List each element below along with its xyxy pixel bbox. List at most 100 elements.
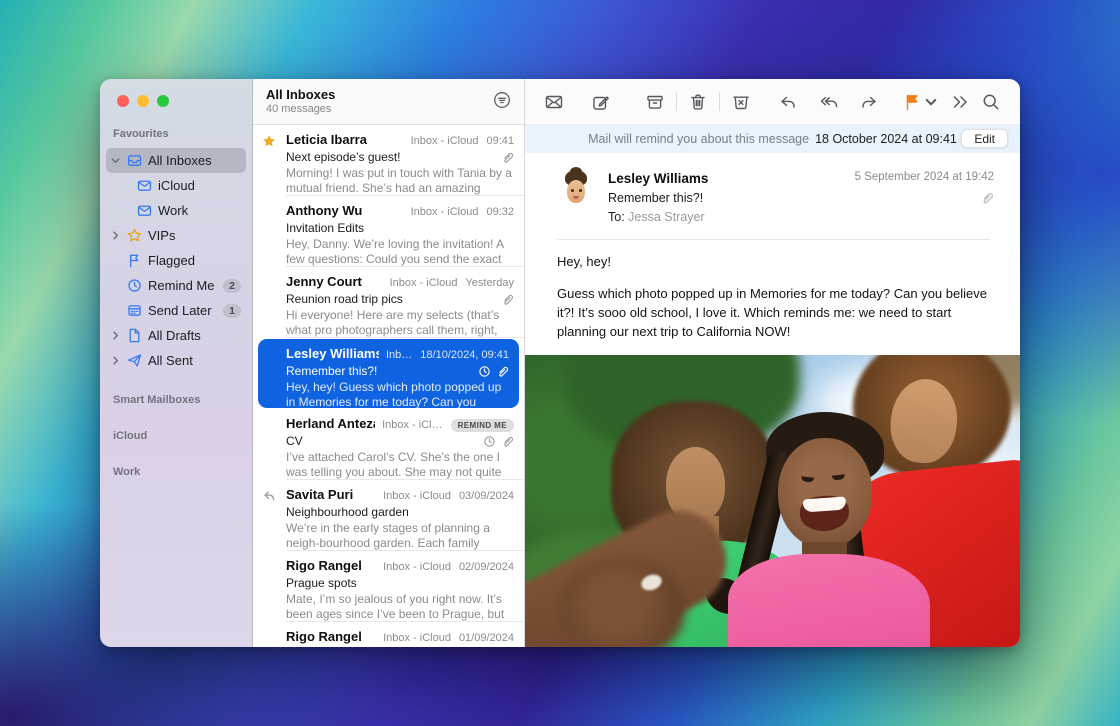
favourites-section-label: Favourites — [100, 128, 252, 143]
message-row-anthony[interactable]: Anthony WuInbox - iCloud09:32 Invitation… — [253, 196, 524, 267]
clock-icon — [478, 365, 491, 378]
message-row-rigo-2[interactable]: Rigo RangelInbox - iCloud01/09/2024 — [253, 622, 524, 647]
calendar-icon — [126, 302, 143, 319]
flag-icon[interactable] — [901, 91, 923, 113]
sidebar-item-all-sent[interactable]: All Sent — [106, 348, 246, 373]
remind-me-badge: REMIND ME — [451, 419, 514, 432]
message-date: 02/09/2024 — [459, 561, 514, 573]
toolbar — [525, 79, 1020, 125]
reply-all-icon[interactable] — [818, 91, 840, 113]
message-row-leticia[interactable]: Leticia IbarraInbox - iCloud09:41 Next e… — [253, 125, 524, 196]
message-header: Lesley Williams Remember this?! To: Jess… — [525, 153, 1020, 226]
sender-name: Lesley Williams — [608, 170, 708, 188]
photo-attachment[interactable] — [525, 355, 1020, 647]
paperclip-icon — [496, 365, 509, 378]
sidebar-item-label: All Inboxes — [148, 153, 212, 168]
zoom-button[interactable] — [157, 95, 169, 107]
reminder-banner: Mail will remind you about this message … — [525, 125, 1020, 153]
reminder-banner-datetime: 18 October 2024 at 09:41 — [815, 132, 957, 146]
trash-icon[interactable] — [687, 91, 709, 113]
body-paragraph: Hey, hey! — [557, 253, 988, 272]
photo-selfie-hand — [560, 558, 685, 647]
recipient-name: Jessa Strayer — [628, 210, 704, 224]
mailbox-label: Inbox - iCloud — [383, 632, 451, 644]
work-section-label[interactable]: Work — [100, 466, 252, 481]
send-later-count-badge: 1 — [223, 304, 241, 318]
sidebar-item-label: VIPs — [148, 228, 175, 243]
mailbox-label: Inbox - iCloud — [411, 206, 479, 218]
icloud-section-label[interactable]: iCloud — [100, 430, 252, 445]
reply-icon[interactable] — [777, 91, 799, 113]
star-icon — [126, 227, 143, 244]
sidebar-item-label: All Sent — [148, 353, 193, 368]
message-date: Yesterday — [465, 277, 514, 289]
attachment-paperclip-icon[interactable] — [980, 191, 994, 205]
compose-icon[interactable] — [590, 91, 612, 113]
message-date: 5 September 2024 at 19:42 — [855, 170, 994, 185]
clock-icon — [126, 277, 143, 294]
message-date: 09:41 — [486, 135, 514, 147]
flag-icon — [126, 252, 143, 269]
flag-menu-chevron-icon[interactable] — [923, 91, 939, 113]
message-date: 18/10/2024, 09:41 — [420, 349, 509, 361]
paper-plane-icon — [126, 352, 143, 369]
junk-icon[interactable] — [730, 91, 752, 113]
reminder-banner-text: Mail will remind you about this message — [588, 132, 809, 146]
chevron-right-icon[interactable] — [110, 330, 121, 341]
chevron-down-icon[interactable] — [110, 155, 121, 166]
message-date: 09:32 — [486, 206, 514, 218]
message-row-rigo-1[interactable]: Rigo RangelInbox - iCloud02/09/2024 Prag… — [253, 551, 524, 622]
mailbox-label: Inbox - iCloud — [411, 135, 479, 147]
desktop: { "colors": { "accent": "#3478f6", "sele… — [0, 0, 1120, 726]
message-date: 03/09/2024 — [459, 490, 514, 502]
sidebar-item-label: Work — [158, 203, 188, 218]
smart-mailboxes-section-label[interactable]: Smart Mailboxes — [100, 394, 252, 409]
recipient-line: To: Jessa Strayer — [608, 209, 708, 226]
archive-icon[interactable] — [644, 91, 666, 113]
replied-arrow-icon — [262, 489, 280, 503]
mailbox-label: Inbox - iCloud — [383, 561, 451, 573]
mailbox-label: Inbox - iCloud — [383, 490, 451, 502]
sidebar-item-flagged[interactable]: Flagged — [106, 248, 246, 273]
sidebar-item-remind-me[interactable]: Remind Me 2 — [106, 273, 246, 298]
mailbox-label: Inb… — [386, 349, 412, 361]
sidebar-item-vips[interactable]: VIPs — [106, 223, 246, 248]
sidebar-item-all-drafts[interactable]: All Drafts — [106, 323, 246, 348]
message-count: 40 messages — [266, 103, 335, 116]
mailbox-label: Inbox - iCloud — [390, 277, 458, 289]
message-subject: Remember this?! — [608, 190, 708, 207]
edit-reminder-button[interactable]: Edit — [961, 129, 1008, 148]
forward-icon[interactable] — [858, 91, 880, 113]
remind-me-count-badge: 2 — [223, 279, 241, 293]
message-row-lesley-selected[interactable]: Lesley WilliamsInb…18/10/2024, 09:41 Rem… — [258, 339, 519, 408]
sidebar-item-work-inbox[interactable]: Work — [132, 198, 246, 223]
mail-window: Favourites All Inboxes iCloud Work VIPs — [100, 79, 1020, 647]
more-toolbar-items-icon[interactable] — [949, 91, 971, 113]
photo-center-woman-pink-shirt — [728, 554, 930, 647]
sidebar-item-label: Flagged — [148, 253, 195, 268]
get-mail-icon[interactable] — [543, 91, 565, 113]
paperclip-icon — [501, 293, 514, 306]
message-row-jenny[interactable]: Jenny CourtInbox - iCloudYesterday Reuni… — [253, 267, 524, 338]
chevron-right-icon[interactable] — [110, 230, 121, 241]
inbox-tray-icon — [126, 152, 143, 169]
search-icon[interactable] — [980, 91, 1002, 113]
sidebar-item-icloud-inbox[interactable]: iCloud — [132, 173, 246, 198]
message-row-savita[interactable]: Savita PuriInbox - iCloud03/09/2024 Neig… — [253, 480, 524, 551]
sidebar-item-label: Send Later — [148, 303, 212, 318]
close-button[interactable] — [117, 95, 129, 107]
filter-icon[interactable] — [492, 87, 512, 124]
sender-avatar[interactable] — [557, 170, 595, 208]
envelope-icon — [136, 202, 153, 219]
paperclip-icon — [501, 435, 514, 448]
minimize-button[interactable] — [137, 95, 149, 107]
sidebar-item-send-later[interactable]: Send Later 1 — [106, 298, 246, 323]
message-pane: Mail will remind you about this message … — [525, 79, 1020, 647]
message-body: Hey, hey! Guess which photo popped up in… — [525, 240, 1020, 355]
message-row-herland[interactable]: Herland AntezanaInbox - iCl…REMIND ME CV… — [253, 409, 524, 480]
message-list-header: All Inboxes 40 messages — [253, 79, 524, 125]
sidebar: Favourites All Inboxes iCloud Work VIPs — [100, 79, 253, 647]
sidebar-item-all-inboxes[interactable]: All Inboxes — [106, 148, 246, 173]
chevron-right-icon[interactable] — [110, 355, 121, 366]
window-controls — [100, 95, 252, 107]
